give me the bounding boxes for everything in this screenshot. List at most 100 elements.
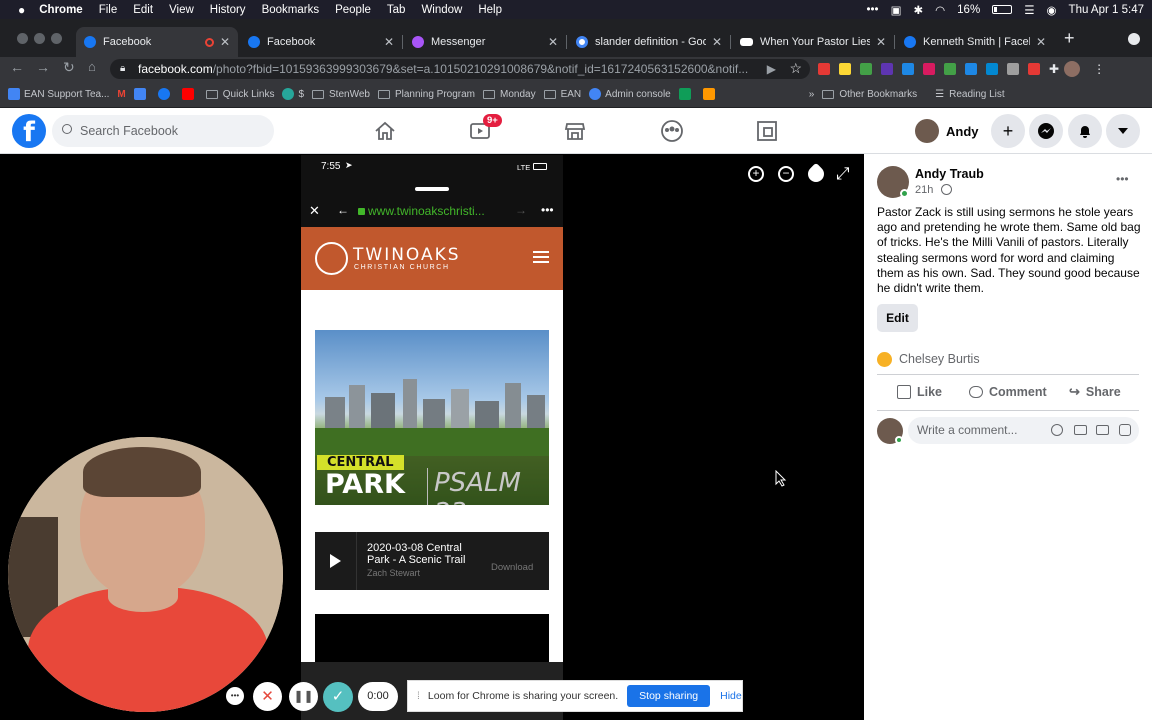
- control-center-icon[interactable]: ☰: [1024, 3, 1034, 17]
- extension-icon[interactable]: [944, 63, 956, 75]
- siri-icon[interactable]: ◉: [1047, 3, 1057, 17]
- tab-facebook-active[interactable]: Facebook ✕: [76, 27, 238, 57]
- extension-icon[interactable]: [860, 63, 872, 75]
- extension-icon[interactable]: [1007, 63, 1019, 75]
- tab-google-search[interactable]: slander definition - Goog ✕: [568, 27, 731, 57]
- zoom-out-icon[interactable]: −: [778, 166, 794, 182]
- loom-cancel-button[interactable]: ✕: [253, 682, 282, 711]
- gif-icon[interactable]: [1096, 425, 1109, 435]
- new-tab-icon[interactable]: +: [1064, 28, 1075, 49]
- bookmark-reading-list[interactable]: ☰ Reading List: [935, 89, 1005, 100]
- bookmark-ean[interactable]: EAN: [543, 89, 581, 100]
- comment-button[interactable]: Comment: [969, 381, 1047, 403]
- tab-messenger[interactable]: Messenger ✕: [404, 27, 567, 57]
- edit-button[interactable]: Edit: [877, 304, 918, 332]
- profile-chip[interactable]: Andy: [915, 116, 979, 146]
- bookmark-admin-console[interactable]: Admin console: [589, 88, 671, 100]
- bookmark-calendar[interactable]: [133, 88, 150, 100]
- menu-edit[interactable]: Edit: [133, 4, 153, 16]
- profile-avatar[interactable]: [1064, 61, 1081, 77]
- reactor-name[interactable]: Chelsey Burtis: [899, 352, 980, 366]
- account-menu-button[interactable]: [1106, 114, 1140, 148]
- bookmark-other[interactable]: Other Bookmarks: [822, 89, 917, 100]
- bookmark-youtube[interactable]: [181, 88, 198, 100]
- menu-people[interactable]: People: [335, 4, 371, 16]
- tab-search-icon[interactable]: [1128, 33, 1140, 45]
- bookmark-sheets[interactable]: [678, 88, 695, 100]
- like-button[interactable]: Like: [897, 381, 942, 403]
- post-author[interactable]: Andy Traub: [915, 167, 984, 181]
- battery-icon[interactable]: [992, 5, 1013, 14]
- menu-tab[interactable]: Tab: [387, 4, 406, 16]
- webcam-bubble[interactable]: [8, 437, 283, 712]
- extension-icon[interactable]: [1028, 63, 1040, 75]
- menu-file[interactable]: File: [99, 4, 118, 16]
- menu-bookmarks[interactable]: Bookmarks: [262, 4, 320, 16]
- reload-icon[interactable]: ↻: [63, 59, 75, 76]
- fullscreen-icon[interactable]: ⤢: [836, 164, 850, 184]
- home-icon[interactable]: ⌂: [88, 59, 96, 74]
- more-icon[interactable]: •••: [867, 4, 879, 16]
- close-icon[interactable]: ✕: [384, 35, 394, 49]
- bluetooth-icon[interactable]: ✱: [913, 3, 923, 17]
- extensions-puzzle-icon[interactable]: ✚: [1049, 62, 1059, 76]
- post-time[interactable]: 21h: [915, 184, 933, 196]
- menu-window[interactable]: Window: [421, 4, 462, 16]
- close-icon[interactable]: ✕: [876, 35, 886, 49]
- extension-icon[interactable]: [881, 63, 893, 75]
- bookmark-stenweb[interactable]: StenWeb: [312, 89, 370, 100]
- close-icon[interactable]: ✕: [1036, 35, 1046, 49]
- search-input[interactable]: Search Facebook: [52, 115, 274, 147]
- wifi-icon[interactable]: ◠: [935, 3, 945, 17]
- minimize-window-dot[interactable]: [34, 33, 45, 44]
- extension-icon[interactable]: [986, 63, 998, 75]
- tab-kenneth-smith[interactable]: Kenneth Smith | Facebook ✕: [896, 27, 1054, 57]
- extension-icon[interactable]: [923, 63, 935, 75]
- post-options-icon[interactable]: •••: [1116, 172, 1129, 186]
- camera-icon[interactable]: [1074, 425, 1087, 435]
- menu-view[interactable]: View: [169, 4, 194, 16]
- nav-home-icon[interactable]: [371, 117, 399, 145]
- menu-history[interactable]: History: [210, 4, 246, 16]
- hide-button[interactable]: Hide: [720, 690, 742, 702]
- tab-pastor-lies[interactable]: When Your Pastor Lies To ✕: [732, 27, 895, 57]
- tab-facebook[interactable]: Facebook ✕: [240, 27, 403, 57]
- forward-icon[interactable]: →: [36, 59, 50, 75]
- sticker-icon[interactable]: [1119, 424, 1131, 436]
- zoom-in-icon[interactable]: +: [748, 166, 764, 182]
- nav-watch-icon[interactable]: 9+: [466, 114, 502, 145]
- facebook-logo[interactable]: f: [12, 114, 46, 148]
- close-icon[interactable]: ✕: [220, 35, 230, 49]
- drag-handle-icon[interactable]: ⁞: [417, 690, 420, 702]
- camera-icon[interactable]: ▶: [767, 62, 776, 76]
- bookmarks-overflow-icon[interactable]: »: [809, 89, 815, 100]
- bookmark-facebook[interactable]: [157, 88, 174, 100]
- nav-gaming-icon[interactable]: [753, 117, 781, 145]
- back-icon[interactable]: ←: [10, 59, 24, 75]
- nav-groups-icon[interactable]: [658, 117, 686, 145]
- close-icon[interactable]: ✕: [712, 35, 722, 49]
- bookmark-monday[interactable]: Monday: [483, 89, 536, 100]
- comment-input[interactable]: Write a comment...: [908, 417, 1139, 444]
- bookmark-extra[interactable]: [702, 88, 719, 100]
- create-button[interactable]: +: [991, 114, 1025, 148]
- calendar-icon[interactable]: ▣: [891, 3, 902, 17]
- stop-sharing-button[interactable]: Stop sharing: [627, 685, 711, 707]
- bookmark-planning-program[interactable]: Planning Program: [377, 89, 475, 100]
- bookmark-quick-links[interactable]: Quick Links: [205, 89, 274, 100]
- tag-icon[interactable]: [804, 162, 828, 186]
- bookmark-ean-support[interactable]: EAN Support Tea...: [8, 88, 109, 100]
- bookmark-gmail[interactable]: M: [117, 89, 125, 100]
- extension-icon[interactable]: [818, 63, 830, 75]
- menu-help[interactable]: Help: [478, 4, 502, 16]
- bookmark-star-icon[interactable]: ☆: [789, 60, 802, 77]
- loom-more-button[interactable]: •••: [226, 687, 244, 705]
- notifications-button[interactable]: [1068, 114, 1102, 148]
- extension-icon[interactable]: [965, 63, 977, 75]
- chrome-menu-icon[interactable]: ⋮: [1093, 62, 1105, 76]
- emoji-icon[interactable]: [1051, 424, 1063, 436]
- loom-finish-button[interactable]: ✓: [323, 682, 353, 712]
- menu-app-name[interactable]: Chrome: [39, 4, 82, 16]
- reaction-wow-icon[interactable]: [877, 352, 892, 367]
- address-bar[interactable]: 🔒︎ facebook.com/photo?fbid=1015936399930…: [110, 59, 810, 79]
